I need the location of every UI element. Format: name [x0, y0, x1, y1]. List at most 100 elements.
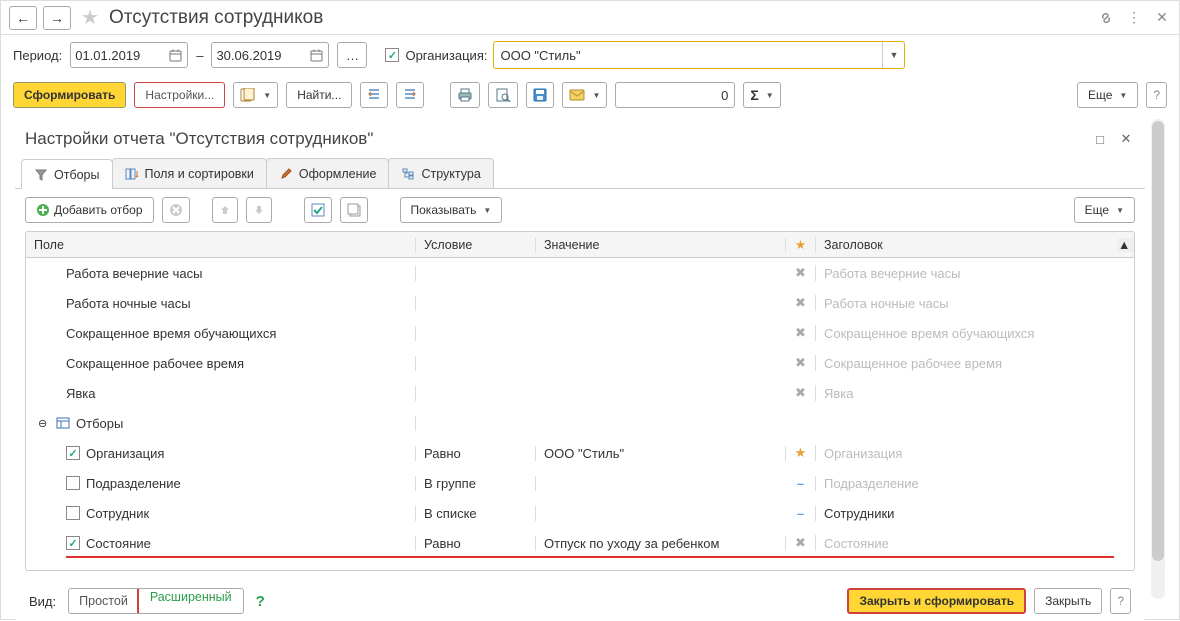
row-header-label: Сокращенное рабочее время [816, 356, 1134, 371]
filter-group-icon [56, 417, 70, 429]
link-icon[interactable] [1097, 9, 1115, 27]
nav-back-button[interactable]: ← [9, 6, 37, 30]
col-hdr-header[interactable]: Заголовок [816, 238, 1118, 252]
row-value: Отпуск по уходу за ребенком [536, 536, 786, 551]
period-bar: Период: 01.01.2019 – 30.06.2019 … ✓ Орга… [1, 35, 1179, 75]
settings-button[interactable]: Настройки... [134, 82, 225, 108]
footer: Вид: Простой Расширенный ? Закрыть и сфо… [15, 581, 1145, 621]
close-panel-icon[interactable]: ✕ [1117, 130, 1135, 148]
help-button[interactable]: ? [1146, 82, 1167, 108]
table-row[interactable]: Сокращенное время обучающихся✖Сокращенно… [26, 318, 1134, 348]
row-star[interactable]: ✖ [786, 295, 816, 311]
table-row[interactable]: Сокращенное рабочее время✖Сокращенное ра… [26, 348, 1134, 378]
main-scrollbar[interactable] [1151, 119, 1165, 599]
menu-icon[interactable]: ⋮ [1125, 9, 1143, 27]
move-down-button[interactable] [246, 197, 272, 223]
collapse-all-button[interactable] [396, 82, 424, 108]
tab-structure[interactable]: Структура [388, 158, 493, 188]
email-button[interactable]: ▼ [562, 82, 607, 108]
footer-help-button[interactable]: ? [1110, 588, 1131, 614]
period-more-button[interactable]: … [337, 42, 367, 68]
row-checkbox[interactable] [66, 536, 80, 550]
row-star[interactable]: ✖ [786, 355, 816, 371]
save-button[interactable] [526, 82, 554, 108]
col-cond-header[interactable]: Условие [416, 238, 536, 252]
maximize-icon[interactable]: □ [1091, 130, 1109, 148]
add-filter-button[interactable]: Добавить отбор [25, 197, 154, 223]
highlight-underline [66, 556, 1114, 558]
move-up-button[interactable] [212, 197, 238, 223]
row-header-label: Сокращенное время обучающихся [816, 326, 1134, 341]
tab-design[interactable]: Оформление [266, 158, 390, 188]
find-button[interactable]: Найти... [286, 82, 352, 108]
row-star[interactable]: ✖ [786, 325, 816, 341]
row-header-label: Работа вечерние часы [816, 266, 1134, 281]
row-condition: В списке [416, 506, 536, 521]
tree-toggle-icon[interactable]: ⊖ [38, 417, 50, 430]
row-checkbox[interactable] [66, 476, 80, 490]
print-button[interactable] [450, 82, 480, 108]
org-value: ООО "Стиль" [494, 48, 882, 63]
table-row[interactable]: ОрганизацияРавноООО "Стиль"★Организация [26, 438, 1134, 468]
more-button[interactable]: Еще▼ [1077, 82, 1138, 108]
chevron-down-icon[interactable]: ▼ [882, 42, 904, 68]
expand-all-button[interactable] [360, 82, 388, 108]
row-star[interactable]: – [786, 506, 816, 521]
scrollbar-thumb[interactable] [1152, 121, 1164, 561]
row-checkbox[interactable] [66, 446, 80, 460]
tab-filters[interactable]: Отборы [21, 159, 113, 189]
pencil-icon [279, 167, 293, 181]
tab-fields[interactable]: Поля и сортировки [112, 158, 267, 188]
row-condition: Равно [416, 446, 536, 461]
table-row[interactable]: Работа вечерние часы✖Работа вечерние час… [26, 258, 1134, 288]
table-row[interactable]: ПодразделениеВ группе–Подразделение [26, 468, 1134, 498]
variants-button[interactable]: ▼ [233, 82, 278, 108]
page-title: Отсутствия сотрудников [109, 7, 1091, 29]
org-select[interactable]: ООО "Стиль" ▼ [493, 41, 905, 69]
panel-title: Настройки отчета "Отсутствия сотрудников… [25, 129, 1083, 149]
row-star[interactable]: ✖ [786, 265, 816, 281]
show-dropdown[interactable]: Показывать▼ [400, 197, 503, 223]
close-icon[interactable]: ✕ [1153, 9, 1171, 27]
form-button[interactable]: Сформировать [13, 82, 126, 108]
calendar-icon[interactable] [308, 49, 324, 62]
view-simple-button[interactable]: Простой [69, 589, 139, 613]
view-advanced-button[interactable]: Расширенный [140, 590, 242, 604]
table-row[interactable]: ⊖Отборы [26, 408, 1134, 438]
table-row[interactable]: Явка✖Явка [26, 378, 1134, 408]
row-field-label: Работа ночные часы [66, 296, 191, 311]
row-star[interactable]: ✖ [786, 385, 816, 401]
period-to-input[interactable]: 30.06.2019 [211, 42, 329, 68]
row-header-label: Сотрудники [816, 506, 1134, 521]
row-star[interactable]: ★ [786, 445, 816, 461]
calendar-icon[interactable] [167, 49, 183, 62]
nav-forward-button[interactable]: → [43, 6, 71, 30]
col-star-header[interactable]: ★ [786, 237, 816, 252]
row-star[interactable]: – [786, 476, 816, 491]
number-input[interactable]: 0 [615, 82, 735, 108]
help-icon[interactable]: ? [256, 593, 265, 610]
preview-button[interactable] [488, 82, 518, 108]
remove-filter-button[interactable] [162, 197, 190, 223]
row-field-label: Сотрудник [86, 506, 149, 521]
org-checkbox[interactable]: ✓ [385, 48, 399, 62]
table-row[interactable]: СостояниеРавноОтпуск по уходу за ребенко… [26, 528, 1134, 558]
row-header-label: Организация [816, 446, 1134, 461]
col-field-header[interactable]: Поле [26, 238, 416, 252]
sum-button[interactable]: Σ▼ [743, 82, 780, 108]
table-row[interactable]: Сотрудник В списке –Сотрудники [26, 498, 1134, 528]
close-and-form-button[interactable]: Закрыть и сформировать [847, 588, 1026, 614]
row-star[interactable]: ✖ [786, 535, 816, 551]
row-checkbox[interactable] [66, 506, 80, 520]
grid-body[interactable]: Работа вечерние часы✖Работа вечерние час… [26, 258, 1134, 570]
grid-header: Поле Условие Значение ★ Заголовок ▲ [26, 232, 1134, 258]
period-from-input[interactable]: 01.01.2019 [70, 42, 188, 68]
col-val-header[interactable]: Значение [536, 238, 786, 252]
check-all-button[interactable] [304, 197, 332, 223]
row-header-label: Состояние [816, 536, 1134, 551]
table-row[interactable]: Работа ночные часы✖Работа ночные часы [26, 288, 1134, 318]
uncheck-all-button[interactable] [340, 197, 368, 223]
panel-more-button[interactable]: Еще▼ [1074, 197, 1135, 223]
close-button[interactable]: Закрыть [1034, 588, 1102, 614]
favorite-star-icon[interactable]: ★ [81, 5, 99, 30]
